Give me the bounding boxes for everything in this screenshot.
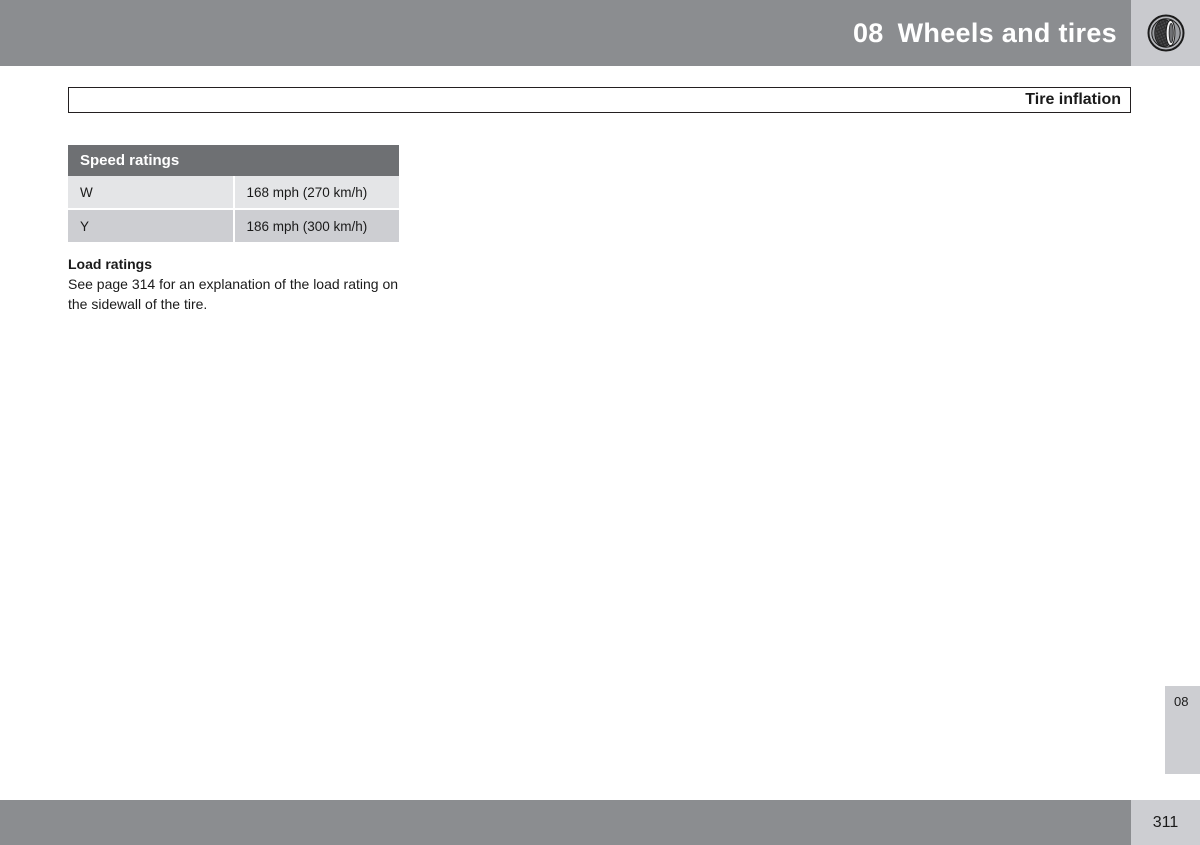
- speed-ratings-table: Speed ratings W 168 mph (270 km/h) Y 186…: [68, 145, 399, 242]
- header-icon-container: [1131, 0, 1200, 66]
- header-title: 08 Wheels and tires: [853, 18, 1117, 49]
- section-title-bar: Tire inflation: [68, 87, 1131, 113]
- section-title: Tire inflation: [1025, 91, 1121, 108]
- footer-page-area: 311: [1131, 800, 1200, 845]
- speed-rating-value: 186 mph (300 km/h): [233, 210, 399, 242]
- header-chapter-title: Wheels and tires: [897, 17, 1117, 48]
- page-header-bar: 08 Wheels and tires: [0, 0, 1131, 66]
- chapter-tab-08[interactable]: 08: [1165, 686, 1200, 774]
- load-ratings-block: Load ratings See page 314 for an explana…: [68, 255, 408, 314]
- speed-rating-code: Y: [68, 210, 235, 242]
- speed-rating-code: W: [68, 176, 235, 208]
- header-chapter-number: 08: [852, 17, 884, 48]
- table-header-label: Speed ratings: [68, 145, 399, 176]
- chapter-tab-label: 08: [1174, 694, 1189, 709]
- page-footer-bar: [0, 800, 1131, 845]
- load-ratings-heading: Load ratings: [68, 256, 153, 272]
- tire-icon: [1147, 14, 1184, 52]
- page-number: 311: [1152, 813, 1179, 831]
- table-row: W 168 mph (270 km/h): [68, 176, 399, 208]
- table-row: Y 186 mph (300 km/h): [68, 210, 399, 242]
- table-header-row: Speed ratings: [68, 145, 399, 176]
- speed-rating-value: 168 mph (270 km/h): [233, 176, 399, 208]
- load-ratings-paragraph: See page 314 for an explanation of the l…: [68, 276, 399, 312]
